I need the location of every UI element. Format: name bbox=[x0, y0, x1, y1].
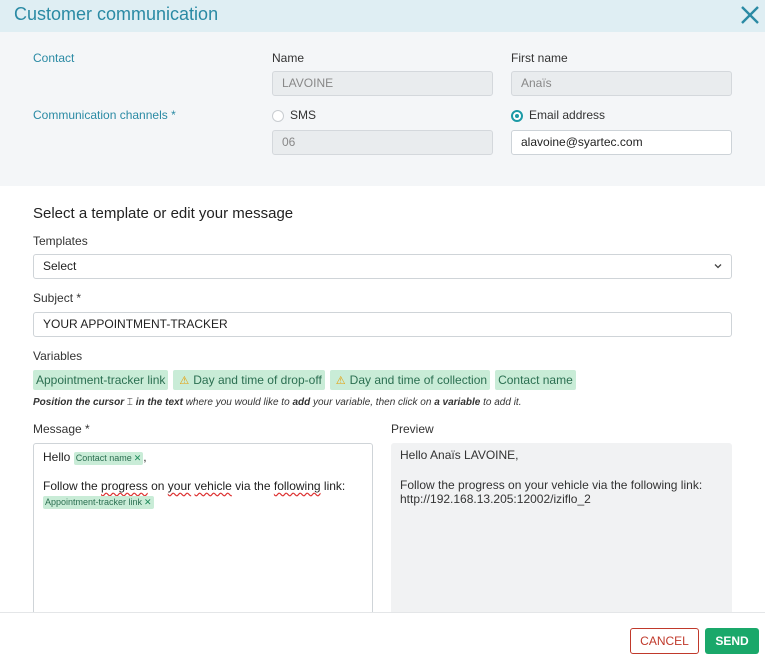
sms-radio[interactable] bbox=[272, 110, 284, 122]
subject-label: Subject * bbox=[33, 291, 82, 305]
preview-line-link: http://192.168.13.205:12002/iziflo_2 bbox=[400, 492, 591, 506]
remove-icon[interactable]: ✕ bbox=[134, 453, 142, 463]
warning-icon: ⚠ bbox=[335, 375, 346, 387]
cancel-button[interactable]: CANCEL bbox=[630, 628, 699, 654]
message-editor[interactable]: Hello Contact name ✕, Follow the progress… bbox=[33, 443, 373, 618]
communication-channels-label: Communication channels * bbox=[33, 108, 176, 122]
variables-hint: Position the cursor ⌶ in the text where … bbox=[33, 397, 522, 408]
templates-select-value: Select bbox=[43, 259, 77, 273]
message-chip-appointment-tracker-link[interactable]: Appointment-tracker link ✕ bbox=[43, 496, 154, 509]
email-radio[interactable] bbox=[511, 110, 523, 122]
sms-label[interactable]: SMS bbox=[290, 108, 316, 122]
send-button[interactable]: SEND bbox=[705, 628, 759, 654]
template-section-title: Select a template or edit your message bbox=[33, 205, 294, 222]
variable-chip-drop-off[interactable]: ⚠ Day and time of drop-off bbox=[173, 370, 325, 390]
variables-label: Variables bbox=[33, 349, 83, 363]
message-preview: Hello Anaïs LAVOINE, Follow the progress… bbox=[391, 443, 732, 618]
variable-chips: Appointment-tracker link ⚠ Day and time o… bbox=[33, 370, 576, 390]
preview-line-body: Follow the progress on your vehicle via … bbox=[400, 478, 703, 492]
message-label: Message * bbox=[33, 422, 90, 436]
first-name-field[interactable]: Anaïs bbox=[511, 71, 732, 96]
variable-chip-appointment-tracker-link[interactable]: Appointment-tracker link bbox=[33, 370, 169, 390]
message-chip-contact-name[interactable]: Contact name ✕ bbox=[73, 452, 144, 465]
variable-chip-collection[interactable]: ⚠ Day and time of collection bbox=[329, 370, 491, 390]
dialog-header: Customer communication bbox=[0, 0, 765, 32]
text-cursor-icon: ⌶ bbox=[126, 397, 133, 408]
remove-icon[interactable]: ✕ bbox=[144, 497, 152, 507]
chevron-down-icon bbox=[714, 264, 722, 269]
templates-select[interactable]: Select bbox=[33, 254, 732, 279]
subject-input[interactable]: YOUR APPOINTMENT-TRACKER bbox=[33, 312, 732, 337]
preview-label: Preview bbox=[391, 422, 434, 436]
contact-label: Contact bbox=[33, 51, 75, 65]
name-field[interactable]: LAVOINE bbox=[272, 71, 493, 96]
dialog-title: Customer communication bbox=[14, 4, 219, 24]
first-name-label: First name bbox=[511, 51, 568, 65]
warning-icon: ⚠ bbox=[179, 375, 190, 387]
name-label: Name bbox=[272, 51, 305, 65]
variable-chip-contact-name[interactable]: Contact name bbox=[495, 370, 576, 390]
templates-label: Templates bbox=[33, 234, 88, 248]
sms-phone-field[interactable]: 06 bbox=[272, 130, 493, 155]
preview-line-greeting: Hello Anaïs LAVOINE, bbox=[400, 448, 519, 462]
email-field[interactable]: alavoine@syartec.com bbox=[511, 130, 732, 155]
close-icon[interactable] bbox=[737, 2, 763, 28]
email-label[interactable]: Email address bbox=[529, 108, 605, 122]
